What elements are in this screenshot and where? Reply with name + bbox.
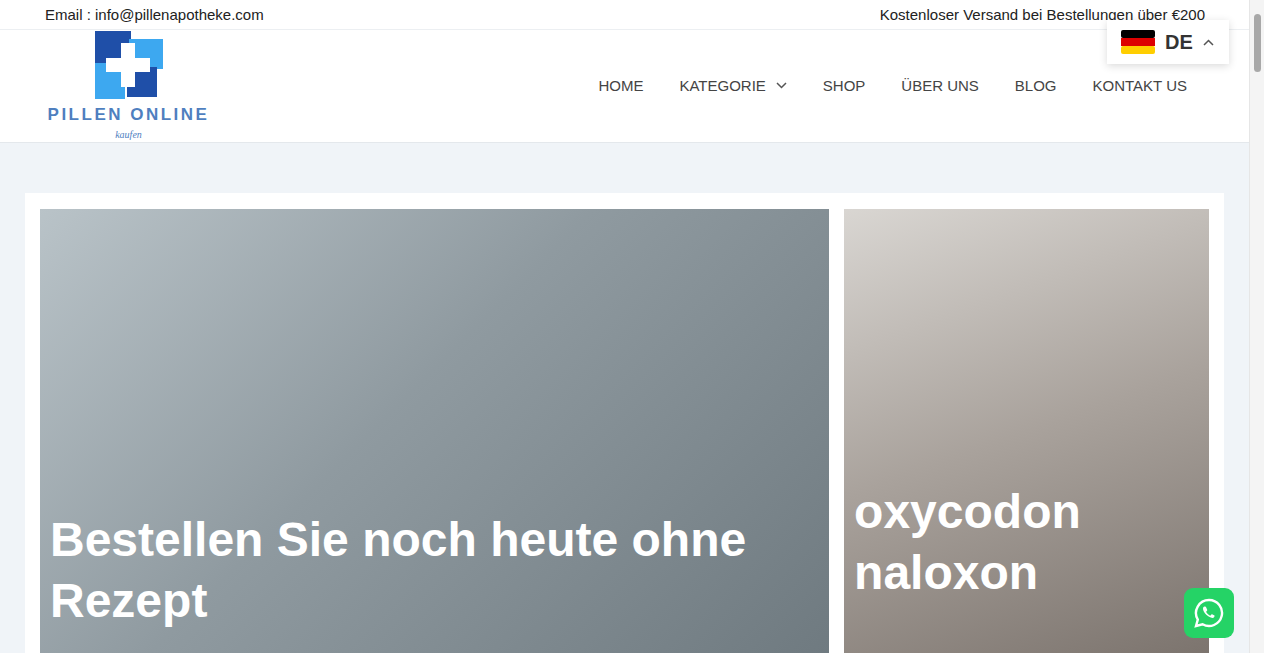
chevron-up-icon [1203, 39, 1214, 46]
nav-item[interactable]: KONTAKT US [1093, 77, 1187, 94]
pharmacy-cross-icon [95, 31, 163, 99]
header: PILLEN ONLINE kaufen HOME KATEGORIE SHOP ÜBER… [0, 30, 1249, 143]
scrollbar-thumb[interactable] [1254, 14, 1261, 72]
banner-title: Bestellen Sie noch heute ohne Rezept [50, 509, 819, 631]
whatsapp-button[interactable] [1184, 588, 1234, 638]
language-selector[interactable]: DE [1107, 20, 1229, 64]
whatsapp-icon [1193, 597, 1225, 629]
email[interactable]: Email : info@pillenapotheke.com [45, 6, 264, 23]
scrollbar[interactable] [1249, 0, 1264, 653]
nav-item[interactable]: SHOP [823, 77, 866, 94]
logo-tagline: kaufen [115, 129, 142, 140]
logo-name: PILLEN ONLINE [48, 105, 210, 125]
top-bar: Email : info@pillenapotheke.comKostenlos… [0, 0, 1249, 30]
banner[interactable]: Bestellen Sie noch heute ohne Rezept [40, 209, 829, 653]
german-flag-icon [1121, 30, 1155, 54]
nav-item[interactable]: BLOG [1015, 77, 1057, 94]
language-code: DE [1165, 31, 1193, 54]
main-nav: HOME KATEGORIE SHOP ÜBER UNS BLOG KONTAKT US [598, 77, 1187, 94]
page-content: Email : info@pillenapotheke.comKostenlos… [0, 0, 1249, 653]
main: Bestellen Sie noch heute ohne Rezept oxyc… [0, 143, 1249, 653]
nav-item[interactable]: ÜBER UNS [901, 77, 979, 94]
chevron-down-icon [776, 82, 787, 89]
page: Email : info@pillenapotheke.comKostenlos… [0, 0, 1264, 653]
logo[interactable]: PILLEN ONLINE kaufen [47, 31, 210, 140]
nav-item[interactable]: KATEGORIE [679, 77, 786, 94]
banner-title: oxycodon naloxon [854, 481, 1199, 603]
nav-item[interactable]: HOME [598, 77, 643, 94]
banner-grid: Bestellen Sie noch heute ohne Rezept oxyc… [25, 193, 1224, 653]
banner[interactable]: oxycodon naloxon [844, 209, 1209, 653]
